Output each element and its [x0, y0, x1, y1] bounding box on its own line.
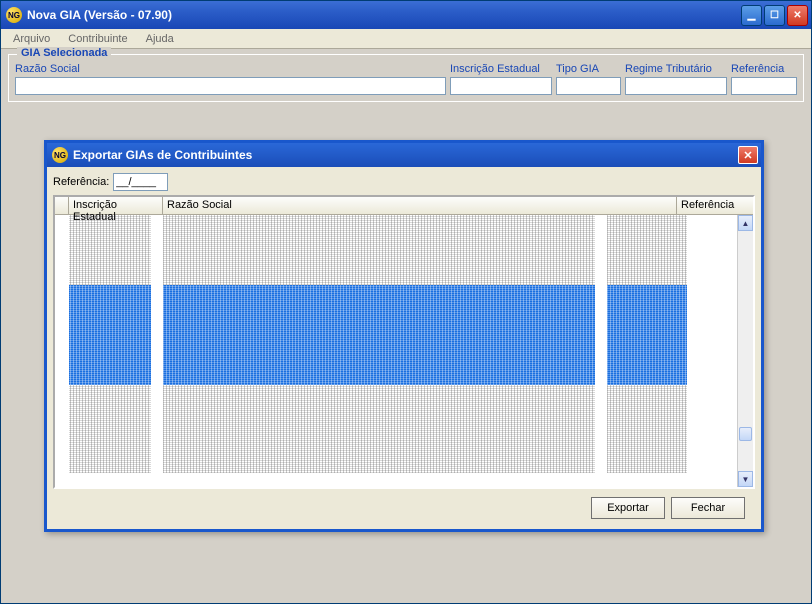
- main-window-title: Nova GIA (Versão - 07.90): [27, 8, 741, 22]
- grid-header-inscricao-estadual[interactable]: Inscrição Estadual: [69, 197, 163, 214]
- exportar-gias-dialog: NG Exportar GIAs de Contribuintes ✕ Refe…: [44, 140, 764, 532]
- grid-header-referencia[interactable]: Referência: [677, 197, 753, 214]
- gia-selecionada-legend: GIA Selecionada: [17, 47, 111, 59]
- main-titlebar: NG Nova GIA (Versão - 07.90) ▁ ☐ ✕: [1, 1, 811, 29]
- menu-contribuinte[interactable]: Contribuinte: [60, 31, 135, 47]
- menu-arquivo[interactable]: Arquivo: [5, 31, 58, 47]
- grid-rows[interactable]: [55, 215, 737, 487]
- grid-header: Inscrição Estadual Razão Social Referênc…: [55, 197, 753, 215]
- menu-ajuda[interactable]: Ajuda: [138, 31, 182, 47]
- maximize-button[interactable]: ☐: [764, 5, 785, 26]
- value-tipo-gia: [556, 77, 621, 95]
- close-button[interactable]: ✕: [787, 5, 808, 26]
- fechar-button[interactable]: Fechar: [671, 497, 745, 519]
- dialog-close-button[interactable]: ✕: [738, 146, 758, 164]
- dialog-titlebar: NG Exportar GIAs de Contribuintes ✕: [47, 143, 761, 167]
- grid: Inscrição Estadual Razão Social Referênc…: [53, 195, 755, 489]
- label-razao-social: Razão Social: [15, 63, 446, 75]
- dialog-app-icon: NG: [52, 147, 68, 163]
- scroll-up-button[interactable]: ▲: [738, 215, 753, 231]
- value-razao-social: [15, 77, 446, 95]
- label-tipo-gia: Tipo GIA: [556, 63, 621, 75]
- dialog-referencia-label: Referência:: [53, 176, 109, 188]
- minimize-button[interactable]: ▁: [741, 5, 762, 26]
- value-inscricao-estadual: [450, 77, 552, 95]
- value-referencia: [731, 77, 797, 95]
- value-regime-tributario: [625, 77, 727, 95]
- dialog-body: Referência: Inscrição Estadual Razão Soc…: [47, 167, 761, 529]
- label-inscricao-estadual: Inscrição Estadual: [450, 63, 552, 75]
- exportar-button[interactable]: Exportar: [591, 497, 665, 519]
- grid-header-selector[interactable]: [55, 197, 69, 214]
- grid-body[interactable]: ▲ ▼: [55, 215, 753, 487]
- scroll-down-button[interactable]: ▼: [738, 471, 753, 487]
- scroll-thumb[interactable]: [739, 427, 752, 441]
- dialog-title: Exportar GIAs de Contribuintes: [73, 148, 738, 162]
- dialog-referencia-input[interactable]: [113, 173, 168, 191]
- grid-header-razao-social[interactable]: Razão Social: [163, 197, 677, 214]
- window-controls: ▁ ☐ ✕: [741, 5, 808, 26]
- gia-selecionada-group: GIA Selecionada Razão Social Inscrição E…: [8, 54, 804, 102]
- label-regime-tributario: Regime Tributário: [625, 63, 727, 75]
- label-referencia: Referência: [731, 63, 797, 75]
- menubar: Arquivo Contribuinte Ajuda: [1, 29, 811, 49]
- app-icon: NG: [6, 7, 22, 23]
- grid-scrollbar[interactable]: ▲ ▼: [737, 215, 753, 487]
- scroll-track[interactable]: [738, 231, 753, 471]
